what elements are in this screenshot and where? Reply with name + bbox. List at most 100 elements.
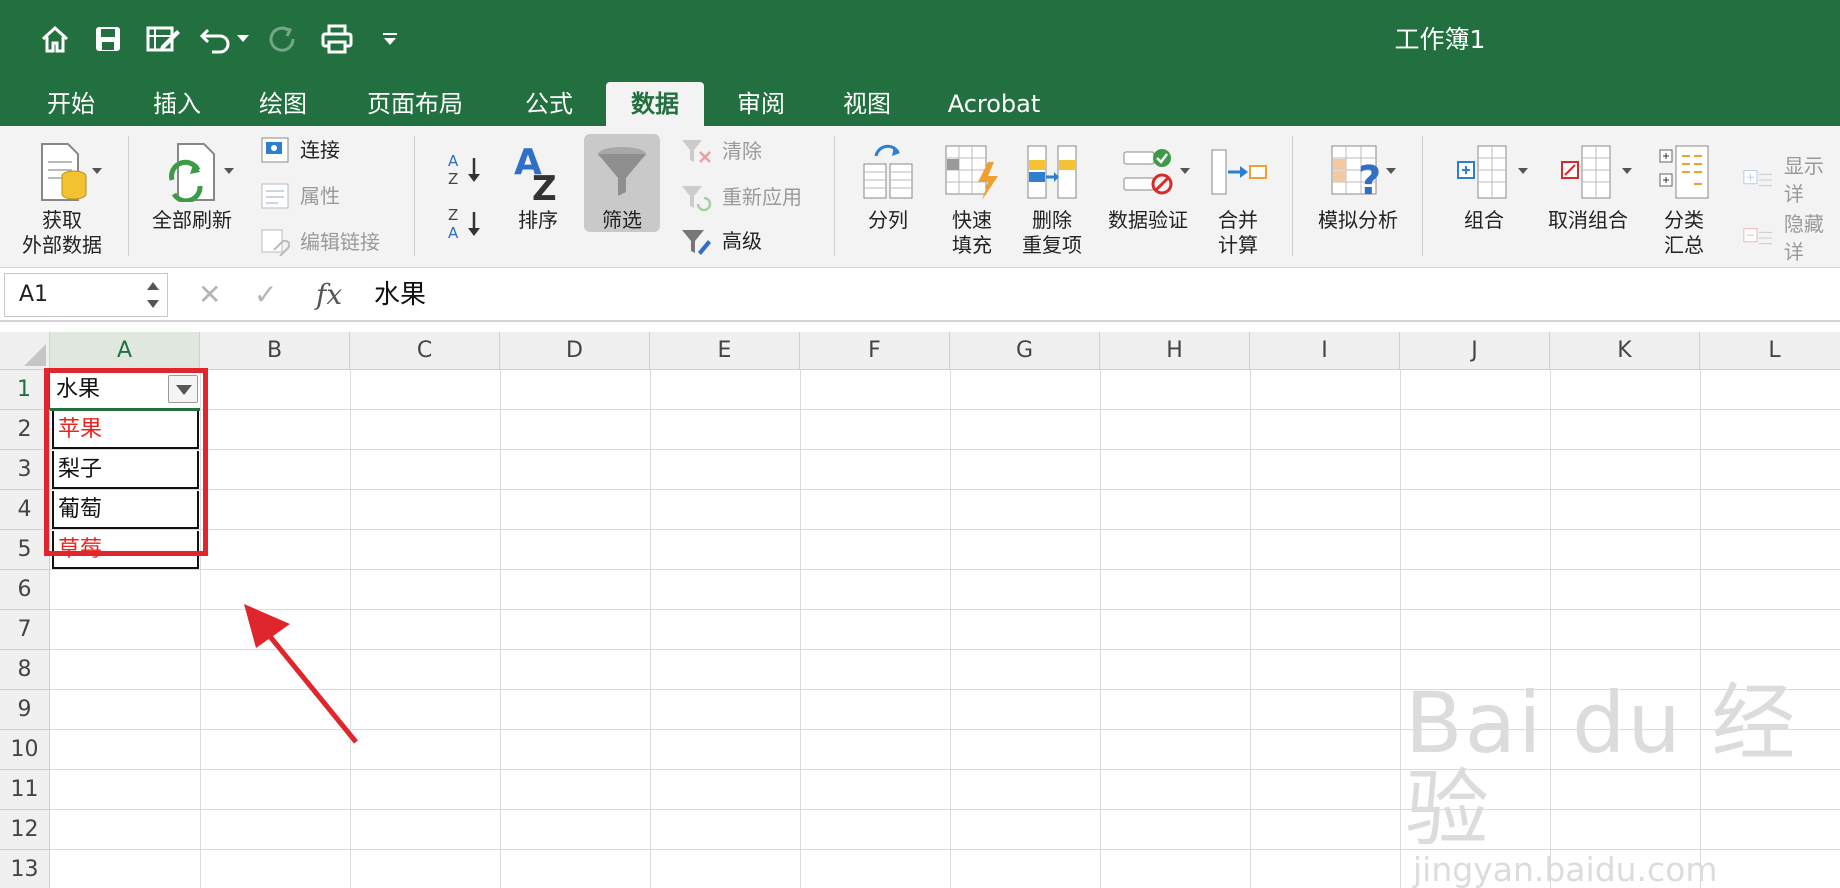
column-header-l[interactable]: L [1700, 332, 1840, 370]
gridline [1100, 370, 1101, 888]
formula-input[interactable]: 水果 [374, 276, 426, 314]
clear-filter-icon [682, 140, 711, 163]
advanced-filter-button[interactable]: 高级 [680, 226, 762, 256]
cancel-formula-icon[interactable]: ✕ [198, 276, 221, 314]
cell-a2[interactable]: 苹果 [52, 411, 199, 449]
tab-insert[interactable]: 插入 [132, 82, 222, 126]
column-header-i[interactable]: I [1250, 332, 1400, 370]
data-validation-button[interactable]: 数据验证 [1100, 142, 1196, 233]
tab-formulas[interactable]: 公式 [504, 82, 594, 126]
column-header-d[interactable]: D [500, 332, 650, 370]
name-box[interactable]: A1 [4, 273, 168, 317]
refresh-all-label: 全部刷新 [152, 208, 232, 232]
gridline [1400, 370, 1401, 888]
tab-draw[interactable]: 绘图 [238, 82, 328, 126]
row-header-5[interactable]: 5 [0, 530, 50, 570]
tab-home[interactable]: 开始 [26, 82, 116, 126]
what-if-icon: ? [1331, 145, 1381, 202]
column-header-h[interactable]: H [1100, 332, 1250, 370]
consolidate-button[interactable]: 合并 计算 [1204, 142, 1272, 258]
remove-duplicates-icon [1027, 145, 1077, 199]
row-header-8[interactable]: 8 [0, 650, 50, 690]
tab-acrobat[interactable]: Acrobat [934, 82, 1054, 126]
tab-review[interactable]: 审阅 [716, 82, 806, 126]
autofilter-dropdown-button[interactable] [168, 375, 198, 403]
name-box-down-icon[interactable] [147, 300, 159, 308]
flash-fill-button[interactable]: 快速 填充 [936, 142, 1008, 258]
save-icon[interactable] [94, 14, 122, 64]
text-to-columns-button[interactable]: 分列 [852, 142, 924, 233]
data-validation-dropdown-icon[interactable] [1180, 168, 1190, 174]
column-header-k[interactable]: K [1550, 332, 1700, 370]
row-header-4[interactable]: 4 [0, 490, 50, 530]
column-header-g[interactable]: G [950, 332, 1100, 370]
cell-a4[interactable]: 葡萄 [52, 491, 199, 529]
column-header-c[interactable]: C [350, 332, 500, 370]
show-detail-button: 显示详 [1742, 152, 1840, 208]
flash-fill-label-2: 填充 [952, 233, 992, 257]
get-external-data-dropdown-icon[interactable] [92, 168, 102, 174]
insert-function-icon[interactable]: fx [316, 276, 342, 314]
row-header-2[interactable]: 2 [0, 410, 50, 450]
row-header-1[interactable]: 1 [0, 370, 50, 410]
group-button[interactable]: 组合 [1440, 142, 1528, 233]
tab-page-layout[interactable]: 页面布局 [350, 82, 480, 126]
group-dropdown-icon[interactable] [1518, 168, 1528, 174]
reapply-icon [682, 186, 712, 212]
customize-toolbar-icon[interactable] [380, 14, 400, 64]
name-box-up-icon[interactable] [147, 282, 159, 290]
sort-descending-icon: ZA [448, 206, 480, 242]
edit-sheet-icon[interactable] [145, 14, 181, 64]
excel-window: 工作簿1 开始 插入 绘图 页面布局 公式 数据 审阅 视图 Acrobat 获… [0, 0, 1840, 888]
what-if-dropdown-icon[interactable] [1386, 168, 1396, 174]
home-icon[interactable] [40, 14, 70, 64]
svg-text:Z: Z [532, 169, 557, 202]
get-external-data-button[interactable]: 获取 外部数据 [14, 142, 110, 258]
row-header-3[interactable]: 3 [0, 450, 50, 490]
column-header-a[interactable]: A [50, 332, 200, 370]
select-all-button[interactable] [0, 332, 50, 370]
ribbon-separator [834, 136, 835, 256]
row-header-13[interactable]: 13 [0, 850, 50, 888]
connections-button[interactable]: 连接 [260, 136, 340, 164]
row-header-9[interactable]: 9 [0, 690, 50, 730]
remove-duplicates-button[interactable]: 删除 重复项 [1014, 142, 1090, 258]
tab-view[interactable]: 视图 [822, 82, 912, 126]
undo-icon[interactable] [200, 14, 232, 64]
refresh-all-button[interactable]: 全部刷新 [144, 142, 240, 233]
what-if-analysis-button[interactable]: ? 模拟分析 [1310, 142, 1406, 233]
column-header-f[interactable]: F [800, 332, 950, 370]
cell-a3[interactable]: 梨子 [52, 451, 199, 489]
gridline [50, 849, 1840, 850]
remove-duplicates-label-2: 重复项 [1022, 233, 1082, 257]
refresh-dropdown-icon[interactable] [224, 168, 234, 174]
sort-a-z-button[interactable]: AZ [446, 150, 486, 190]
ungroup-button[interactable]: 取消组合 [1540, 142, 1636, 233]
tab-data[interactable]: 数据 [606, 82, 704, 126]
subtotal-button[interactable]: 分类 汇总 [1646, 142, 1722, 258]
row-header-12[interactable]: 12 [0, 810, 50, 850]
gridline [200, 370, 201, 888]
gridline [1250, 370, 1251, 888]
reapply-button: 重新应用 [680, 182, 802, 212]
cell-a5[interactable]: 草莓 [52, 531, 199, 569]
svg-text:?: ? [1358, 158, 1381, 202]
row-header-11[interactable]: 11 [0, 770, 50, 810]
filter-button[interactable]: 筛选 [584, 134, 660, 232]
undo-dropdown-icon[interactable] [236, 14, 250, 64]
column-header-j[interactable]: J [1400, 332, 1550, 370]
column-header-e[interactable]: E [650, 332, 800, 370]
print-icon[interactable] [320, 14, 354, 64]
hide-detail-button: 隐藏详 [1742, 210, 1840, 266]
row-header-6[interactable]: 6 [0, 570, 50, 610]
sort-button[interactable]: AZ 排序 [500, 142, 576, 233]
ungroup-dropdown-icon[interactable] [1622, 168, 1632, 174]
row-header-10[interactable]: 10 [0, 730, 50, 770]
column-header-b[interactable]: B [200, 332, 350, 370]
row-header-7[interactable]: 7 [0, 610, 50, 650]
get-external-data-label-2: 外部数据 [22, 233, 102, 257]
sort-z-a-button[interactable]: ZA [446, 204, 486, 244]
ribbon-separator [1292, 136, 1293, 256]
gridline [50, 409, 1840, 410]
enter-formula-icon[interactable]: ✓ [254, 276, 277, 314]
